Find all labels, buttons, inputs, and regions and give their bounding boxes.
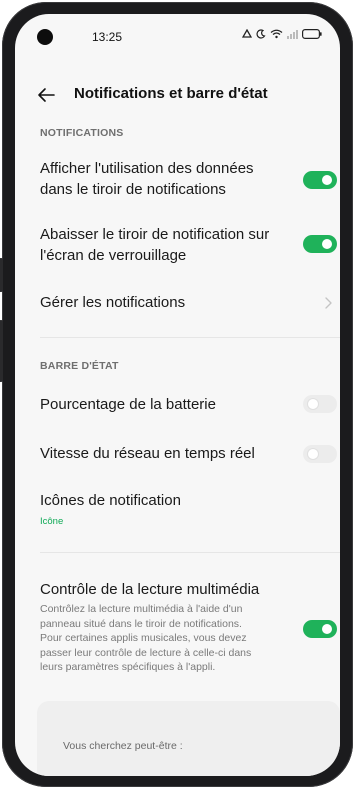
chevron-right-icon bbox=[325, 297, 332, 309]
section-label-notifications: NOTIFICATIONS bbox=[40, 127, 124, 139]
battery-icon bbox=[302, 29, 322, 39]
suggestions-label: Vous cherchez peut-être : bbox=[63, 740, 183, 752]
setting-label-manage-notifications: Gérer les notifications bbox=[40, 294, 186, 311]
data-usage-toggle[interactable] bbox=[303, 171, 337, 189]
volume-button bbox=[0, 258, 3, 292]
status-bar: 13:25 bbox=[15, 14, 340, 52]
phone-frame: 13:25 Notifications et barre d'état NOTI… bbox=[0, 2, 353, 787]
setting-label-network-speed: Vitesse du réseau en temps réel bbox=[40, 445, 255, 462]
toggle-knob bbox=[308, 399, 318, 409]
setting-label-notification-icons: Icônes de notification bbox=[40, 492, 181, 509]
screen: 13:25 Notifications et barre d'état NOTI… bbox=[15, 14, 340, 776]
toggle-knob bbox=[322, 239, 332, 249]
dnd-moon-icon bbox=[256, 29, 266, 39]
front-camera bbox=[37, 29, 53, 45]
status-time: 13:25 bbox=[92, 30, 123, 44]
page-title: Notifications et barre d'état bbox=[74, 85, 268, 102]
toggle-knob bbox=[322, 624, 332, 634]
suggestions-card: Vous cherchez peut-être : bbox=[37, 701, 340, 776]
wifi-icon bbox=[270, 29, 283, 39]
alarm-icon bbox=[242, 29, 252, 38]
signal-icon bbox=[287, 30, 298, 39]
battery-percent-toggle[interactable] bbox=[303, 395, 337, 413]
power-button bbox=[0, 320, 3, 382]
page-header: Notifications et barre d'état bbox=[15, 80, 340, 110]
notification-icons-value: Icône bbox=[40, 516, 64, 527]
toggle-knob bbox=[308, 449, 318, 459]
status-icons bbox=[242, 29, 322, 39]
lockscreen-drawer-toggle[interactable] bbox=[303, 235, 337, 253]
network-speed-toggle[interactable] bbox=[303, 445, 337, 463]
section-divider bbox=[40, 337, 340, 338]
setting-label-media-control: Contrôle de la lecture multimédia bbox=[40, 581, 260, 598]
setting-label-data-usage: Afficher l'utilisation des données dans … bbox=[40, 160, 254, 198]
setting-label-battery-percent: Pourcentage de la batterie bbox=[40, 396, 216, 413]
arrow-left-icon[interactable] bbox=[35, 84, 57, 106]
toggle-knob bbox=[322, 175, 332, 185]
media-control-description: Contrôlez la lecture multimédia à l'aide… bbox=[40, 603, 252, 673]
section-divider bbox=[40, 552, 340, 553]
media-control-toggle[interactable] bbox=[303, 620, 337, 638]
setting-label-lockscreen-drawer: Abaisser le tiroir de notification sur l… bbox=[40, 226, 270, 264]
section-label-status-bar: BARRE D'ÉTAT bbox=[40, 360, 119, 372]
